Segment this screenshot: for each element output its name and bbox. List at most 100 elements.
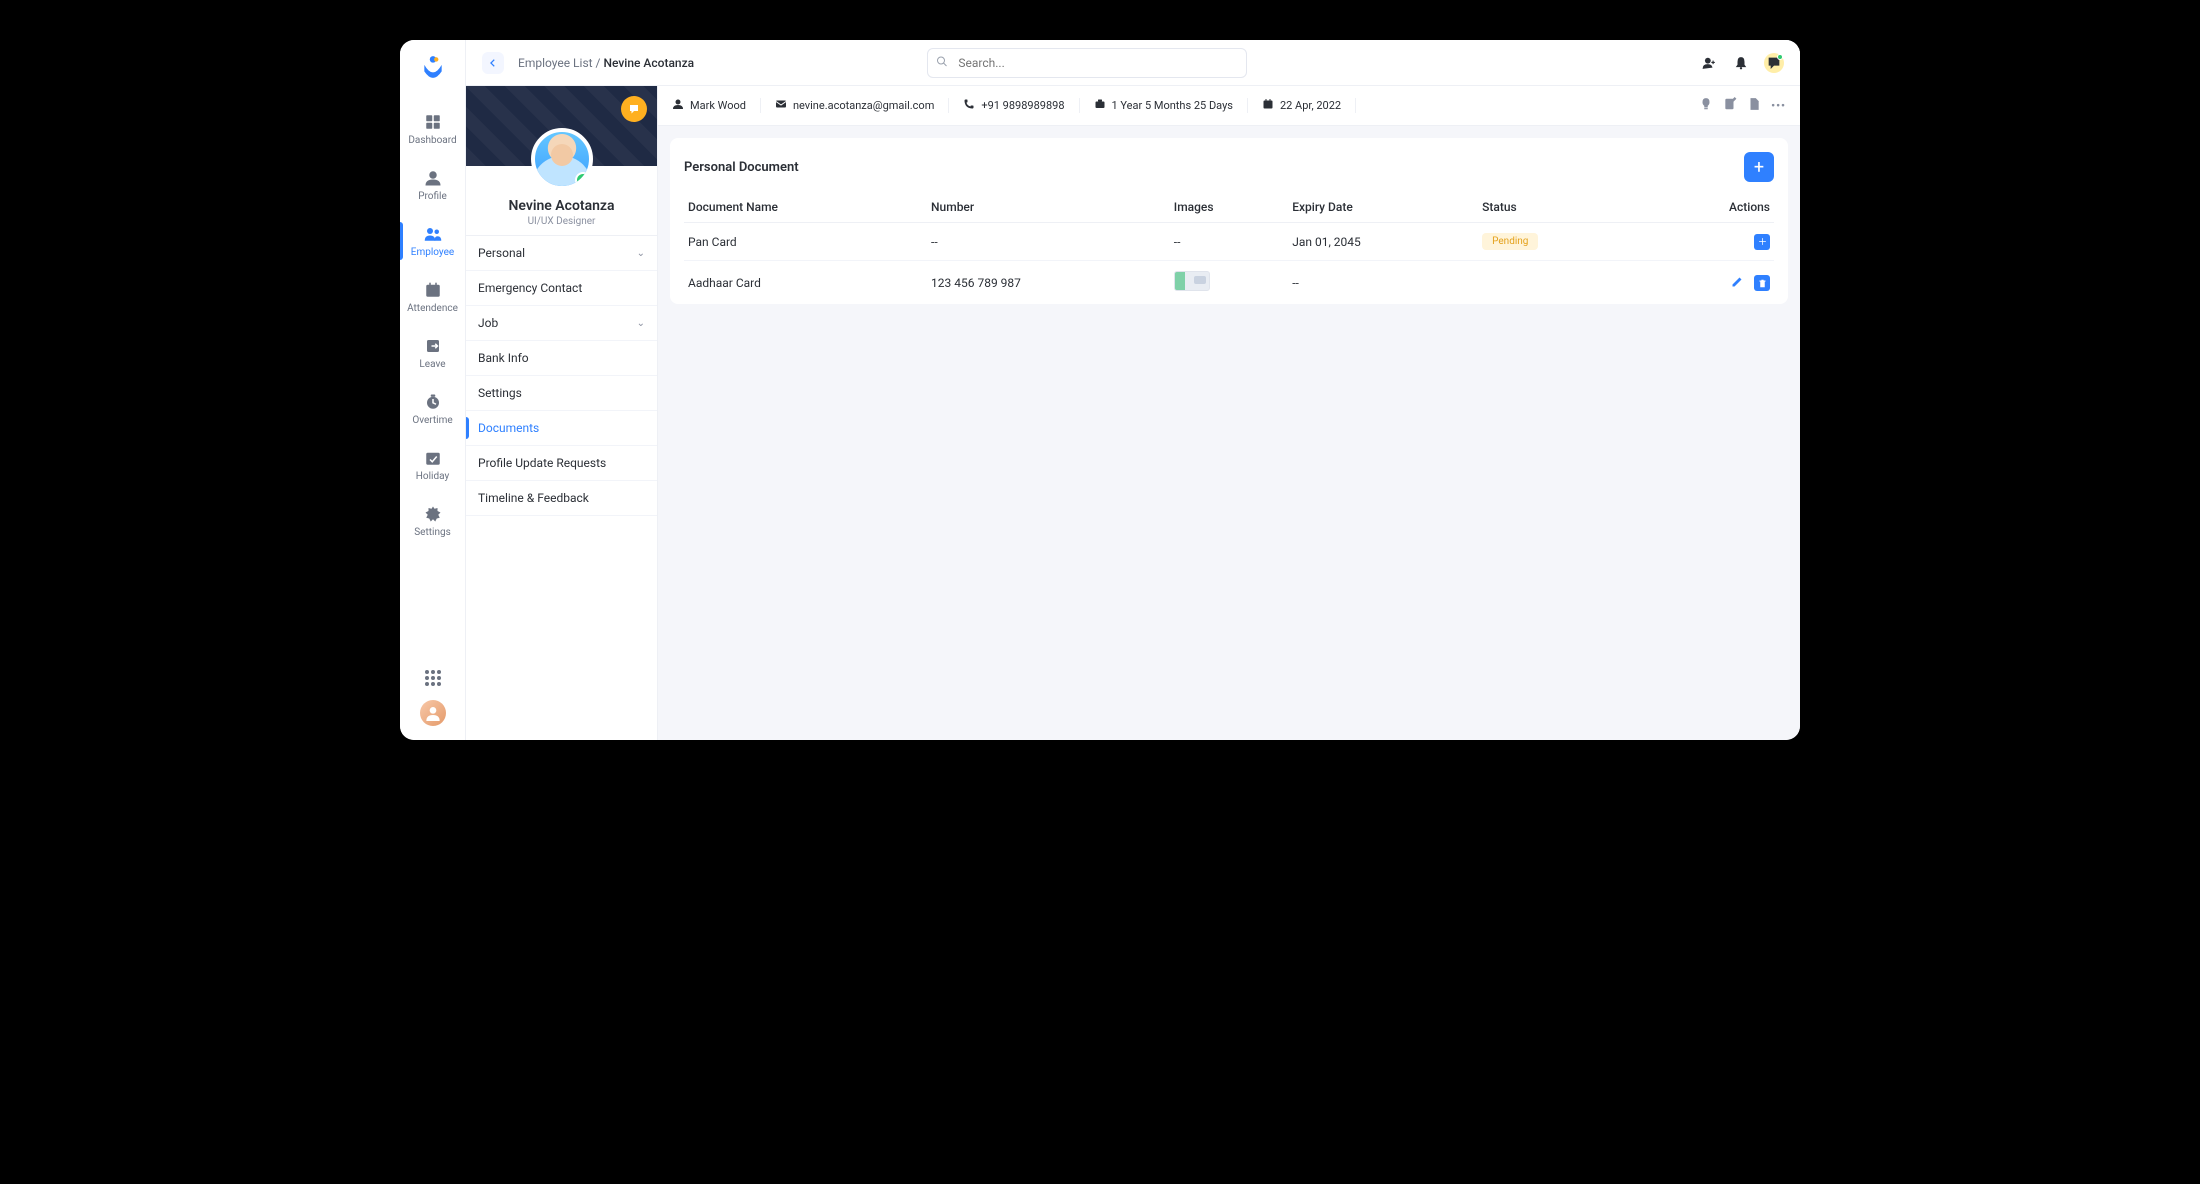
subnav-label: Personal <box>478 246 525 260</box>
nav-leave[interactable]: Leave <box>400 332 465 374</box>
col-status: Status <box>1478 192 1637 223</box>
nav-label: Settings <box>414 527 451 538</box>
cell-images <box>1170 261 1288 305</box>
employee-info-strip: Mark Wood nevine.acotanza@gmail.com +91 … <box>658 86 1800 126</box>
employee-role: UI/UX Designer <box>474 216 649 227</box>
profile-icon <box>423 168 443 188</box>
subnav-settings[interactable]: Settings <box>466 376 657 411</box>
col-actions: Actions <box>1638 192 1774 223</box>
cell-status <box>1478 261 1637 305</box>
topbar: Employee List / Nevine Acotanza <box>466 40 1800 86</box>
subnav-profile-update[interactable]: Profile Update Requests <box>466 446 657 481</box>
app-logo <box>420 54 446 80</box>
nav-label: Overtime <box>412 415 452 426</box>
global-search <box>927 48 1247 78</box>
employee-avatar: ✓ <box>531 128 593 190</box>
cell-images: -- <box>1170 223 1288 261</box>
subnav-bank[interactable]: Bank Info <box>466 341 657 376</box>
cell-actions <box>1638 223 1774 261</box>
edit-note-icon[interactable] <box>1723 97 1737 114</box>
nav-label: Holiday <box>416 471 449 482</box>
notifications-icon[interactable] <box>1732 54 1750 72</box>
chevron-down-icon: ⌄ <box>637 318 645 329</box>
info-date: 22 Apr, 2022 <box>1262 98 1356 113</box>
info-value: Mark Wood <box>690 99 746 112</box>
col-number: Number <box>927 192 1170 223</box>
row-add-button[interactable] <box>1754 234 1770 250</box>
subnav-label: Emergency Contact <box>478 281 582 295</box>
row-delete-button[interactable] <box>1754 275 1770 291</box>
verified-badge-icon: ✓ <box>575 172 591 188</box>
subnav-label: Job <box>478 316 498 330</box>
add-user-icon[interactable] <box>1700 54 1718 72</box>
back-button[interactable] <box>482 52 504 74</box>
apps-grid-icon[interactable] <box>425 670 441 686</box>
more-icon[interactable]: ••• <box>1771 99 1786 112</box>
subnav-label: Settings <box>478 386 522 400</box>
document-icon[interactable] <box>1747 97 1761 114</box>
search-icon <box>936 55 948 70</box>
info-value: +91 9898989898 <box>981 99 1064 112</box>
nav-holiday[interactable]: Holiday <box>400 444 465 486</box>
document-thumbnail[interactable] <box>1174 271 1210 291</box>
info-email: nevine.acotanza@gmail.com <box>775 98 949 113</box>
employee-name: Nevine Acotanza <box>474 198 649 214</box>
nav-profile[interactable]: Profile <box>400 164 465 206</box>
subnav-label: Profile Update Requests <box>478 456 606 470</box>
subnav-timeline[interactable]: Timeline & Feedback <box>466 481 657 516</box>
subnav-job[interactable]: Job ⌄ <box>466 306 657 341</box>
nav-employee[interactable]: Employee <box>400 220 465 262</box>
add-document-button[interactable]: + <box>1744 152 1774 182</box>
chat-icon[interactable] <box>1764 53 1784 73</box>
sidebar-bottom <box>420 670 446 740</box>
nav-label: Attendence <box>407 303 458 314</box>
subnav-label: Bank Info <box>478 351 529 365</box>
nav-label: Employee <box>411 247 454 258</box>
chevron-down-icon: ⌄ <box>637 248 645 259</box>
row-edit-button[interactable] <box>1729 274 1745 290</box>
content: Mark Wood nevine.acotanza@gmail.com +91 … <box>658 86 1800 740</box>
nav-overtime[interactable]: Overtime <box>400 388 465 430</box>
subnav-label: Documents <box>478 421 539 435</box>
subnav-documents[interactable]: Documents <box>466 411 657 446</box>
attendence-icon <box>423 280 443 300</box>
subnav-emergency[interactable]: Emergency Contact <box>466 271 657 306</box>
cell-status: Pending <box>1478 223 1637 261</box>
info-strip-actions: ••• <box>1699 97 1786 114</box>
leave-icon <box>423 336 443 356</box>
personal-document-card: Personal Document + Document Name Number… <box>670 138 1788 304</box>
breadcrumb-root[interactable]: Employee List <box>518 56 593 70</box>
info-value: nevine.acotanza@gmail.com <box>793 99 934 112</box>
dashboard-icon <box>423 112 443 132</box>
global-nav: Dashboard Profile Employee Attendence Le… <box>400 108 465 542</box>
mail-icon <box>775 98 787 113</box>
status-badge: Pending <box>1482 233 1538 250</box>
cell-name: Pan Card <box>684 223 927 261</box>
phone-icon <box>963 98 975 113</box>
nav-attendence[interactable]: Attendence <box>400 276 465 318</box>
holiday-icon <box>423 448 443 468</box>
current-user-avatar[interactable] <box>420 700 446 726</box>
employee-icon <box>423 224 443 244</box>
global-sidebar: Dashboard Profile Employee Attendence Le… <box>400 40 466 740</box>
nav-settings[interactable]: Settings <box>400 500 465 542</box>
briefcase-icon <box>1094 98 1106 113</box>
breadcrumb-current: Nevine Acotanza <box>603 56 694 70</box>
nav-dashboard[interactable]: Dashboard <box>400 108 465 150</box>
info-value: 1 Year 5 Months 25 Days <box>1112 99 1233 112</box>
subnav-personal[interactable]: Personal ⌄ <box>466 236 657 271</box>
cell-actions <box>1638 261 1774 305</box>
profile-panel: ✓ Nevine Acotanza UI/UX Designer Persona… <box>466 86 658 740</box>
table-header-row: Document Name Number Images Expiry Date … <box>684 192 1774 223</box>
profile-chat-button[interactable] <box>621 96 647 122</box>
documents-table: Document Name Number Images Expiry Date … <box>684 192 1774 304</box>
person-icon <box>672 98 684 113</box>
lightbulb-icon[interactable] <box>1699 97 1713 114</box>
search-input[interactable] <box>927 48 1247 78</box>
app-frame: Dashboard Profile Employee Attendence Le… <box>400 40 1800 740</box>
col-images: Images <box>1170 192 1288 223</box>
main-column: Employee List / Nevine Acotanza ✓ <box>466 40 1800 740</box>
col-name: Document Name <box>684 192 927 223</box>
topbar-actions <box>1700 53 1784 73</box>
profile-hero: ✓ <box>466 86 657 166</box>
